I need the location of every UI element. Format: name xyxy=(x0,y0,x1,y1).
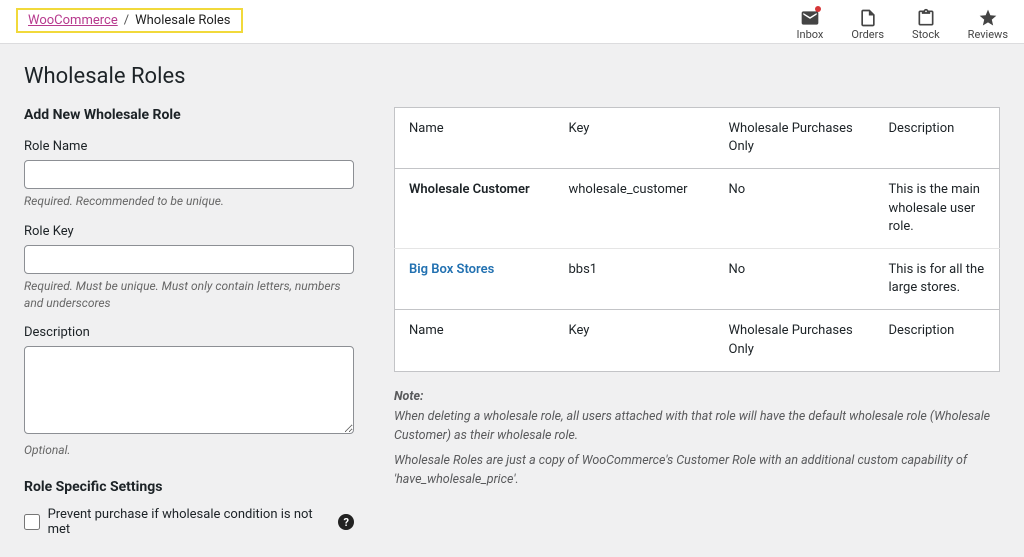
table-row[interactable]: Big Box Stores bbs1 No This is for all t… xyxy=(395,248,1000,309)
tf-name[interactable]: Name xyxy=(395,310,555,371)
table-footer-row: Name Key Wholesale Purchases Only Descri… xyxy=(395,310,1000,371)
inbox-unread-dot xyxy=(815,6,821,12)
role-key-field: Role Key Required. Must be unique. Must … xyxy=(24,224,354,312)
table-row[interactable]: Wholesale Customer wholesale_customer No… xyxy=(395,169,1000,249)
reviews-icon xyxy=(978,8,998,28)
note-line-2: Wholesale Roles are just a copy of WooCo… xyxy=(394,452,1000,490)
form-heading: Add New Wholesale Role xyxy=(24,107,354,123)
table-header-row: Name Key Wholesale Purchases Only Descri… xyxy=(395,108,1000,169)
top-icons: Inbox Orders Stock Reviews xyxy=(797,8,1008,41)
tf-wpo[interactable]: Wholesale Purchases Only xyxy=(715,310,875,371)
reviews-button[interactable]: Reviews xyxy=(968,8,1008,41)
th-wpo[interactable]: Wholesale Purchases Only xyxy=(715,108,875,169)
cell-key: wholesale_customer xyxy=(555,169,715,249)
cell-name: Big Box Stores xyxy=(395,248,555,309)
top-bar: WooCommerce / Wholesale Roles Inbox Orde… xyxy=(0,0,1024,44)
orders-icon xyxy=(858,8,878,28)
description-hint: Optional. xyxy=(24,442,354,459)
role-name-label: Role Name xyxy=(24,139,354,154)
form-column: Add New Wholesale Role Role Name Require… xyxy=(24,107,354,537)
role-name-hint: Required. Recommended to be unique. xyxy=(24,193,354,210)
role-key-label: Role Key xyxy=(24,224,354,239)
breadcrumb-parent-link[interactable]: WooCommerce xyxy=(28,13,118,28)
orders-button[interactable]: Orders xyxy=(851,8,884,41)
description-label: Description xyxy=(24,325,354,340)
tf-desc[interactable]: Description xyxy=(875,310,1000,371)
th-name[interactable]: Name xyxy=(395,108,555,169)
description-field: Description Optional. xyxy=(24,325,354,459)
role-key-hint: Required. Must be unique. Must only cont… xyxy=(24,278,354,312)
th-key[interactable]: Key xyxy=(555,108,715,169)
stock-label: Stock xyxy=(912,28,940,41)
cell-wpo: No xyxy=(715,248,875,309)
stock-icon xyxy=(916,8,936,28)
th-desc[interactable]: Description xyxy=(875,108,1000,169)
inbox-label: Inbox xyxy=(797,28,824,41)
prevent-purchase-checkbox[interactable] xyxy=(24,514,40,530)
table-column: Name Key Wholesale Purchases Only Descri… xyxy=(394,107,1000,537)
reviews-label: Reviews xyxy=(968,28,1008,41)
cell-desc: This is the main wholesale user role. xyxy=(875,169,1000,249)
stock-button[interactable]: Stock xyxy=(912,8,940,41)
role-name-input[interactable] xyxy=(24,160,354,189)
roles-table: Name Key Wholesale Purchases Only Descri… xyxy=(394,107,1000,372)
role-specific-settings-heading: Role Specific Settings xyxy=(24,479,354,495)
prevent-purchase-row: Prevent purchase if wholesale condition … xyxy=(24,507,354,537)
breadcrumb-current: Wholesale Roles xyxy=(135,13,230,28)
note-block: Note: When deleting a wholesale role, al… xyxy=(394,388,1000,490)
page-body: Wholesale Roles Add New Wholesale Role R… xyxy=(0,44,1024,557)
cell-name: Wholesale Customer xyxy=(395,169,555,249)
note-label: Note: xyxy=(394,388,1000,407)
cell-wpo: No xyxy=(715,169,875,249)
tf-key[interactable]: Key xyxy=(555,310,715,371)
prevent-purchase-label: Prevent purchase if wholesale condition … xyxy=(48,507,331,537)
breadcrumb: WooCommerce / Wholesale Roles xyxy=(16,8,243,33)
inbox-button[interactable]: Inbox xyxy=(797,8,824,41)
help-icon[interactable]: ? xyxy=(338,514,354,530)
orders-label: Orders xyxy=(851,28,884,41)
role-name-field: Role Name Required. Recommended to be un… xyxy=(24,139,354,210)
breadcrumb-separator: / xyxy=(124,13,129,28)
note-line-1: When deleting a wholesale role, all user… xyxy=(394,408,1000,446)
page-title: Wholesale Roles xyxy=(24,64,1000,89)
role-key-input[interactable] xyxy=(24,245,354,274)
description-input[interactable] xyxy=(24,346,354,434)
cell-key: bbs1 xyxy=(555,248,715,309)
cell-desc: This is for all the large stores. xyxy=(875,248,1000,309)
